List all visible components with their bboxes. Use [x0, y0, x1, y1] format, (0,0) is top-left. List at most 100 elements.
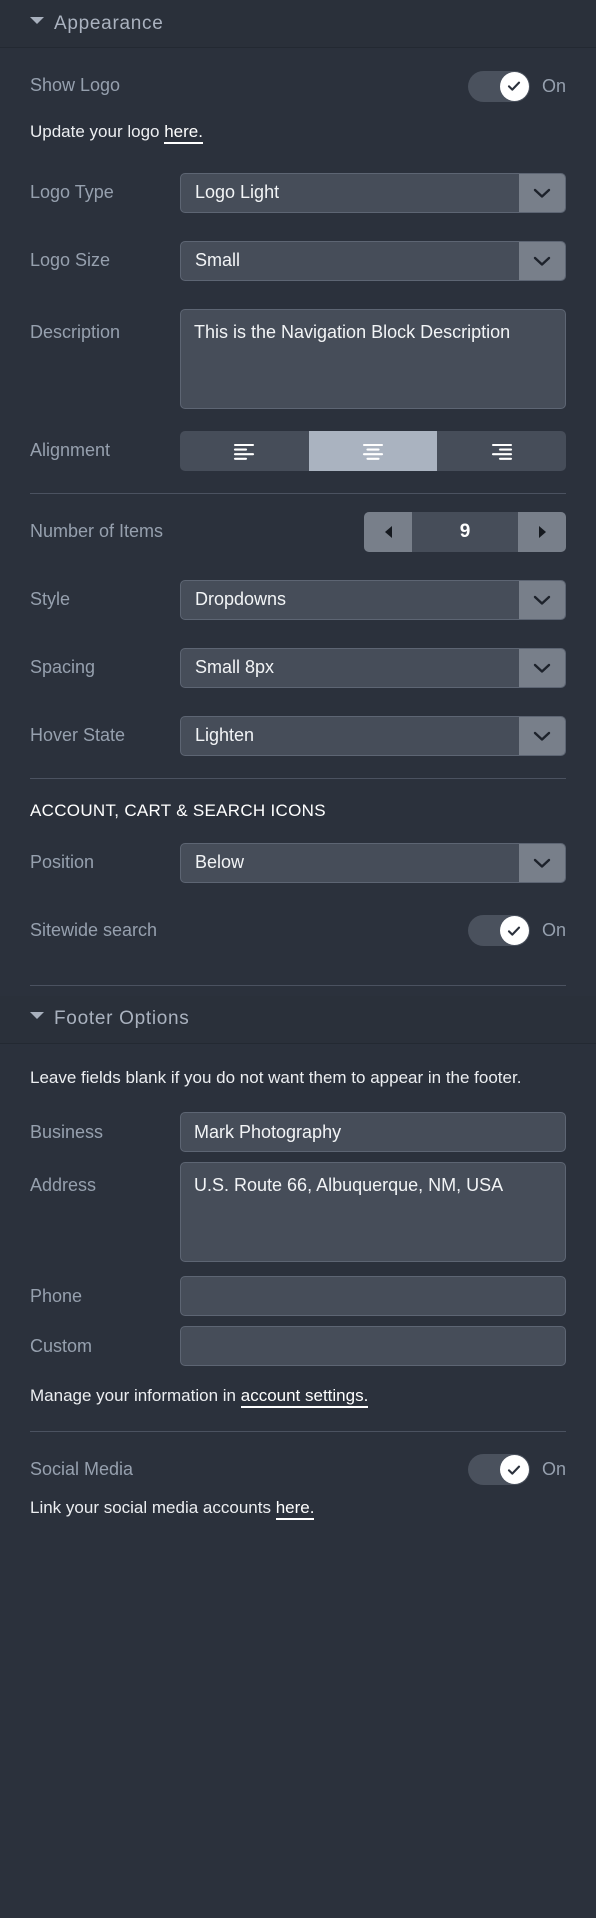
- style-dropdown[interactable]: Dropdowns: [180, 579, 566, 620]
- hover-state-value: Lighten: [195, 725, 255, 746]
- hover-state-row: Hover State Lighten: [30, 715, 566, 756]
- custom-label: Custom: [30, 1335, 93, 1356]
- appearance-items-body: Number of Items 9 Style Dropdowns Spacin…: [0, 494, 596, 778]
- logo-type-dropdown[interactable]: Logo Light: [180, 172, 566, 213]
- business-label: Business: [30, 1121, 104, 1142]
- custom-input[interactable]: [180, 1326, 566, 1367]
- appearance-section-header[interactable]: Appearance: [0, 0, 596, 48]
- custom-control: [180, 1326, 566, 1367]
- spacing-control: Small 8px: [180, 647, 566, 688]
- address-textarea[interactable]: U.S. Route 66, Albuquerque, NM, USA: [180, 1162, 566, 1263]
- phone-control: [180, 1276, 566, 1317]
- logo-type-value: Logo Light: [195, 182, 280, 203]
- logo-help-text: Update your logo here.: [30, 120, 566, 145]
- align-right-icon: [491, 443, 512, 460]
- triangle-left-icon: [384, 525, 392, 538]
- account-settings-link[interactable]: account settings.: [240, 1386, 369, 1409]
- social-media-row: Social Media On: [30, 1450, 566, 1490]
- custom-row: Custom: [30, 1326, 566, 1367]
- sitewide-search-toggle-wrap: On: [467, 915, 566, 947]
- number-of-items-value[interactable]: 9: [412, 512, 518, 552]
- address-control: U.S. Route 66, Albuquerque, NM, USA: [180, 1162, 566, 1263]
- description-row: Description This is the Navigation Block…: [30, 308, 566, 409]
- update-logo-link[interactable]: here.: [164, 122, 203, 144]
- alignment-segmented-control: [180, 430, 566, 471]
- alignment-row: Alignment: [30, 430, 566, 471]
- social-media-body: Social Media On Link your social media a…: [0, 1432, 596, 1521]
- chevron-down-icon[interactable]: [519, 241, 565, 280]
- link-social-accounts-link[interactable]: here.: [275, 1497, 315, 1520]
- position-row: Position Below: [30, 842, 566, 883]
- number-of-items-label: Number of Items: [30, 520, 164, 541]
- hover-state-control: Lighten: [180, 715, 566, 756]
- chevron-down-icon[interactable]: [519, 173, 565, 212]
- spacing-dropdown[interactable]: Small 8px: [180, 647, 566, 688]
- chevron-down-icon[interactable]: [519, 648, 565, 687]
- align-center-icon: [362, 443, 384, 460]
- align-right-button[interactable]: [437, 431, 566, 471]
- social-media-toggle[interactable]: [467, 1454, 530, 1486]
- social-media-help: Link your social media accounts here.: [30, 1496, 566, 1521]
- description-textarea[interactable]: This is the Navigation Block Description: [180, 308, 566, 409]
- chevron-down-icon[interactable]: [519, 843, 565, 882]
- phone-input[interactable]: [180, 1276, 566, 1317]
- logo-size-row: Logo Size Small: [30, 240, 566, 281]
- toggle-knob: [499, 916, 529, 946]
- style-label: Style: [30, 588, 71, 609]
- sitewide-search-state: On: [541, 920, 566, 941]
- align-left-button[interactable]: [180, 431, 309, 471]
- hover-state-dropdown[interactable]: Lighten: [180, 715, 566, 756]
- show-logo-label: Show Logo: [30, 75, 121, 96]
- align-center-button[interactable]: [308, 430, 438, 471]
- number-of-items-stepper: 9: [364, 511, 566, 552]
- logo-size-dropdown[interactable]: Small: [180, 240, 566, 281]
- phone-row: Phone: [30, 1276, 566, 1317]
- sitewide-search-row: Sitewide search On: [30, 911, 566, 951]
- spacing-label: Spacing: [30, 656, 96, 677]
- address-label: Address: [30, 1175, 97, 1196]
- show-logo-row: Show Logo On: [30, 66, 566, 106]
- spacing-row: Spacing Small 8px: [30, 647, 566, 688]
- style-value: Dropdowns: [195, 589, 287, 610]
- position-dropdown[interactable]: Below: [180, 842, 566, 883]
- chevron-down-icon[interactable]: [519, 580, 565, 619]
- business-input[interactable]: Mark Photography: [180, 1112, 566, 1153]
- social-media-toggle-wrap: On: [467, 1454, 566, 1486]
- icons-subsection: ACCOUNT, CART & SEARCH ICONS Position Be…: [0, 779, 596, 985]
- footer-options-section-header[interactable]: Footer Options: [0, 995, 596, 1044]
- sitewide-search-label: Sitewide search: [30, 919, 158, 940]
- manage-info-prefix: Manage your information in: [30, 1386, 241, 1406]
- manage-info-help: Manage your information in account setti…: [30, 1384, 566, 1409]
- alignment-control: [180, 430, 566, 471]
- triangle-right-icon: [538, 525, 546, 538]
- logo-help-prefix: Update your logo: [30, 122, 165, 141]
- appearance-section-title: Appearance: [54, 12, 164, 34]
- increment-button[interactable]: [518, 511, 566, 552]
- decrement-button[interactable]: [364, 511, 412, 552]
- footer-help-text: Leave fields blank if you do not want th…: [30, 1067, 522, 1087]
- phone-label: Phone: [30, 1285, 83, 1306]
- hover-state-label: Hover State: [30, 724, 126, 745]
- check-icon: [508, 926, 521, 936]
- logo-type-row: Logo Type Logo Light: [30, 172, 566, 213]
- description-control: This is the Navigation Block Description: [180, 308, 566, 409]
- logo-size-label: Logo Size: [30, 249, 111, 270]
- show-logo-toggle[interactable]: [467, 70, 530, 102]
- business-row: Business Mark Photography: [30, 1112, 566, 1153]
- sitewide-search-toggle[interactable]: [467, 915, 530, 947]
- number-of-items-row: Number of Items 9: [30, 511, 566, 552]
- description-label: Description: [30, 321, 121, 342]
- caret-down-icon: [30, 16, 44, 31]
- style-row: Style Dropdowns: [30, 579, 566, 620]
- social-media-label: Social Media: [30, 1459, 134, 1480]
- chevron-down-icon[interactable]: [519, 716, 565, 755]
- position-value: Below: [195, 852, 245, 873]
- social-media-state: On: [541, 1459, 566, 1480]
- business-control: Mark Photography: [180, 1112, 566, 1153]
- theme-editor-panel: Appearance Show Logo On Update your logo…: [0, 0, 596, 1918]
- align-left-icon: [234, 443, 255, 460]
- logo-size-control: Small: [180, 240, 566, 281]
- icons-subsection-heading: ACCOUNT, CART & SEARCH ICONS: [30, 800, 326, 820]
- address-row: Address U.S. Route 66, Albuquerque, NM, …: [30, 1162, 566, 1263]
- footer-options-body: Leave fields blank if you do not want th…: [0, 1044, 596, 1431]
